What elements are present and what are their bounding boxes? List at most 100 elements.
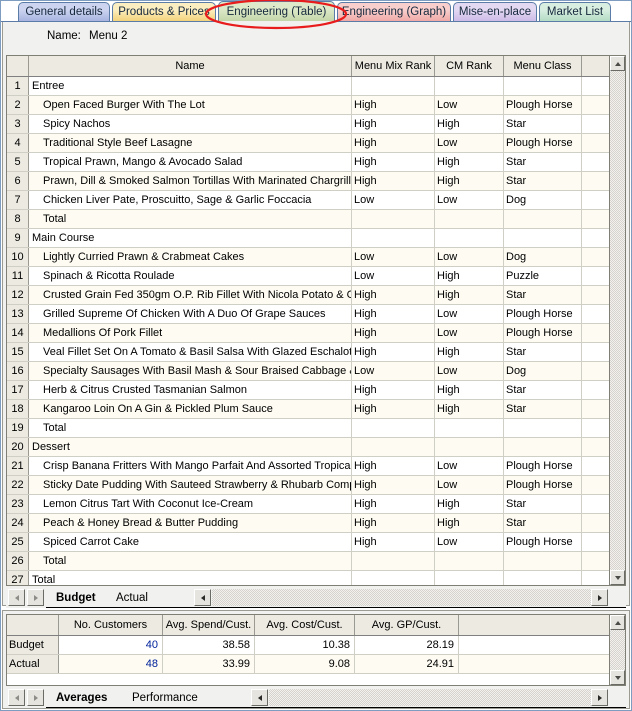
cell-class[interactable] bbox=[504, 210, 582, 228]
cell-name[interactable]: Dessert bbox=[29, 438, 352, 456]
cell-name[interactable]: Spiced Carrot Cake bbox=[29, 533, 352, 551]
cell-class[interactable]: Plough Horse bbox=[504, 533, 582, 551]
cell-cmr[interactable]: Low bbox=[435, 191, 504, 209]
row-number[interactable]: 6 bbox=[7, 172, 29, 190]
table-row[interactable]: 1 Entree bbox=[7, 77, 625, 96]
cell-cmr[interactable] bbox=[435, 210, 504, 228]
cell-cmr[interactable] bbox=[435, 438, 504, 456]
cell-cmr[interactable]: High bbox=[435, 381, 504, 399]
cell-mmr[interactable]: High bbox=[352, 457, 435, 475]
grid-hscroll-right-button[interactable] bbox=[591, 589, 608, 606]
summary-cell[interactable]: 48 bbox=[59, 655, 163, 673]
cell-mmr[interactable]: High bbox=[352, 476, 435, 494]
cell-cmr[interactable]: High bbox=[435, 495, 504, 513]
cell-mmr[interactable]: Low bbox=[352, 362, 435, 380]
table-row[interactable]: 27 Total bbox=[7, 571, 625, 585]
summary-cell[interactable]: 40 bbox=[59, 636, 163, 654]
cell-class[interactable]: Dog bbox=[504, 191, 582, 209]
cell-class[interactable] bbox=[504, 77, 582, 95]
cell-class[interactable] bbox=[504, 419, 582, 437]
table-row[interactable]: 13 Grilled Supreme Of Chicken With A Duo … bbox=[7, 305, 625, 324]
cell-cmr[interactable] bbox=[435, 419, 504, 437]
cell-class[interactable]: Dog bbox=[504, 248, 582, 266]
top-tab-general-details[interactable]: General details bbox=[18, 2, 110, 21]
top-tab-engineering-graph[interactable]: Engineering (Graph) bbox=[337, 2, 451, 21]
summary-hscroll-left-button[interactable] bbox=[251, 689, 268, 706]
cell-name[interactable]: Chicken Liver Pate, Proscuitto, Sage & G… bbox=[29, 191, 352, 209]
cell-class[interactable]: Star bbox=[504, 381, 582, 399]
grid-vertical-scrollbar[interactable] bbox=[609, 56, 625, 585]
cell-name[interactable]: Prawn, Dill & Smoked Salmon Tortillas Wi… bbox=[29, 172, 352, 190]
table-row[interactable]: 6 Prawn, Dill & Smoked Salmon Tortillas W… bbox=[7, 172, 625, 191]
averages-scroll-down-button[interactable] bbox=[610, 670, 625, 685]
cell-cmr[interactable]: High bbox=[435, 153, 504, 171]
top-tab-market-list[interactable]: Market List bbox=[539, 2, 611, 21]
cell-name[interactable]: Total bbox=[29, 552, 352, 570]
table-row[interactable]: 16 Specialty Sausages With Basil Mash & S… bbox=[7, 362, 625, 381]
table-row[interactable]: 15 Veal Fillet Set On A Tomato & Basil Sa… bbox=[7, 343, 625, 362]
cell-cmr[interactable]: Low bbox=[435, 324, 504, 342]
table-row[interactable]: 10 Lightly Curried Prawn & Crabmeat Cakes… bbox=[7, 248, 625, 267]
table-row[interactable]: 19 Total bbox=[7, 419, 625, 438]
row-number[interactable]: 18 bbox=[7, 400, 29, 418]
cell-name[interactable]: Total bbox=[29, 571, 352, 585]
cell-mmr[interactable]: High bbox=[352, 324, 435, 342]
cell-cmr[interactable]: Low bbox=[435, 134, 504, 152]
cell-class[interactable]: Star bbox=[504, 286, 582, 304]
summary-cell[interactable]: 9.08 bbox=[255, 655, 355, 673]
cell-name[interactable]: Peach & Honey Bread & Butter Pudding bbox=[29, 514, 352, 532]
table-row[interactable]: 23 Lemon Citrus Tart With Coconut Ice-Cre… bbox=[7, 495, 625, 514]
cell-cmr[interactable] bbox=[435, 229, 504, 247]
cell-class[interactable]: Puzzle bbox=[504, 267, 582, 285]
grid-sheet-nav-next[interactable] bbox=[27, 589, 44, 606]
grid-sheet-nav-prev[interactable] bbox=[8, 589, 25, 606]
table-row[interactable]: 7 Chicken Liver Pate, Proscuitto, Sage & … bbox=[7, 191, 625, 210]
table-row[interactable]: 5 Tropical Prawn, Mango & Avocado Salad Hi… bbox=[7, 153, 625, 172]
summary-cell[interactable]: 10.38 bbox=[255, 636, 355, 654]
cell-class[interactable] bbox=[504, 438, 582, 456]
row-number[interactable]: 12 bbox=[7, 286, 29, 304]
cell-name[interactable]: Sticky Date Pudding With Sauteed Strawbe… bbox=[29, 476, 352, 494]
row-number[interactable]: 4 bbox=[7, 134, 29, 152]
cell-cmr[interactable]: Low bbox=[435, 96, 504, 114]
row-number[interactable]: 8 bbox=[7, 210, 29, 228]
cell-mmr[interactable]: High bbox=[352, 172, 435, 190]
table-row[interactable]: 21 Crisp Banana Fritters With Mango Parfa… bbox=[7, 457, 625, 476]
cell-class[interactable]: Star bbox=[504, 172, 582, 190]
row-number[interactable]: 5 bbox=[7, 153, 29, 171]
table-row[interactable]: 14 Medallions Of Pork Fillet High Low Plough… bbox=[7, 324, 625, 343]
row-number[interactable]: 1 bbox=[7, 77, 29, 95]
summary-cell[interactable]: 24.91 bbox=[355, 655, 459, 673]
row-number[interactable]: 2 bbox=[7, 96, 29, 114]
cell-class[interactable]: Dog bbox=[504, 362, 582, 380]
cell-mmr[interactable]: High bbox=[352, 96, 435, 114]
summary-cell[interactable]: 33.99 bbox=[163, 655, 255, 673]
row-number[interactable]: 24 bbox=[7, 514, 29, 532]
row-number[interactable]: 26 bbox=[7, 552, 29, 570]
cell-mmr[interactable] bbox=[352, 229, 435, 247]
cell-name[interactable]: Specialty Sausages With Basil Mash & Sou… bbox=[29, 362, 352, 380]
cell-name[interactable]: Total bbox=[29, 210, 352, 228]
cell-mmr[interactable]: High bbox=[352, 514, 435, 532]
grid-hscroll-track[interactable] bbox=[212, 589, 591, 606]
grid-col-header-mmr[interactable]: Menu Mix Rank bbox=[352, 56, 435, 76]
cell-name[interactable]: Medallions Of Pork Fillet bbox=[29, 324, 352, 342]
cell-class[interactable] bbox=[504, 552, 582, 570]
grid-body[interactable]: 1 Entree 2 Open Faced Burger With The Lot Hi… bbox=[7, 77, 625, 585]
cell-cmr[interactable]: High bbox=[435, 514, 504, 532]
row-number[interactable]: 17 bbox=[7, 381, 29, 399]
cell-class[interactable]: Star bbox=[504, 495, 582, 513]
grid-col-header-cmr[interactable]: CM Rank bbox=[435, 56, 504, 76]
table-row[interactable]: 18 Kangaroo Loin On A Gin & Pickled Plum … bbox=[7, 400, 625, 419]
table-row[interactable]: 25 Spiced Carrot Cake High Low Plough Horse bbox=[7, 533, 625, 552]
cell-name[interactable]: Lemon Citrus Tart With Coconut Ice-Cream bbox=[29, 495, 352, 513]
cell-cmr[interactable]: High bbox=[435, 286, 504, 304]
cell-name[interactable]: Main Course bbox=[29, 229, 352, 247]
cell-cmr[interactable]: Low bbox=[435, 457, 504, 475]
row-number[interactable]: 25 bbox=[7, 533, 29, 551]
table-row[interactable]: 26 Total bbox=[7, 552, 625, 571]
cell-mmr[interactable]: High bbox=[352, 400, 435, 418]
cell-mmr[interactable] bbox=[352, 210, 435, 228]
cell-class[interactable] bbox=[504, 571, 582, 585]
cell-class[interactable]: Star bbox=[504, 115, 582, 133]
